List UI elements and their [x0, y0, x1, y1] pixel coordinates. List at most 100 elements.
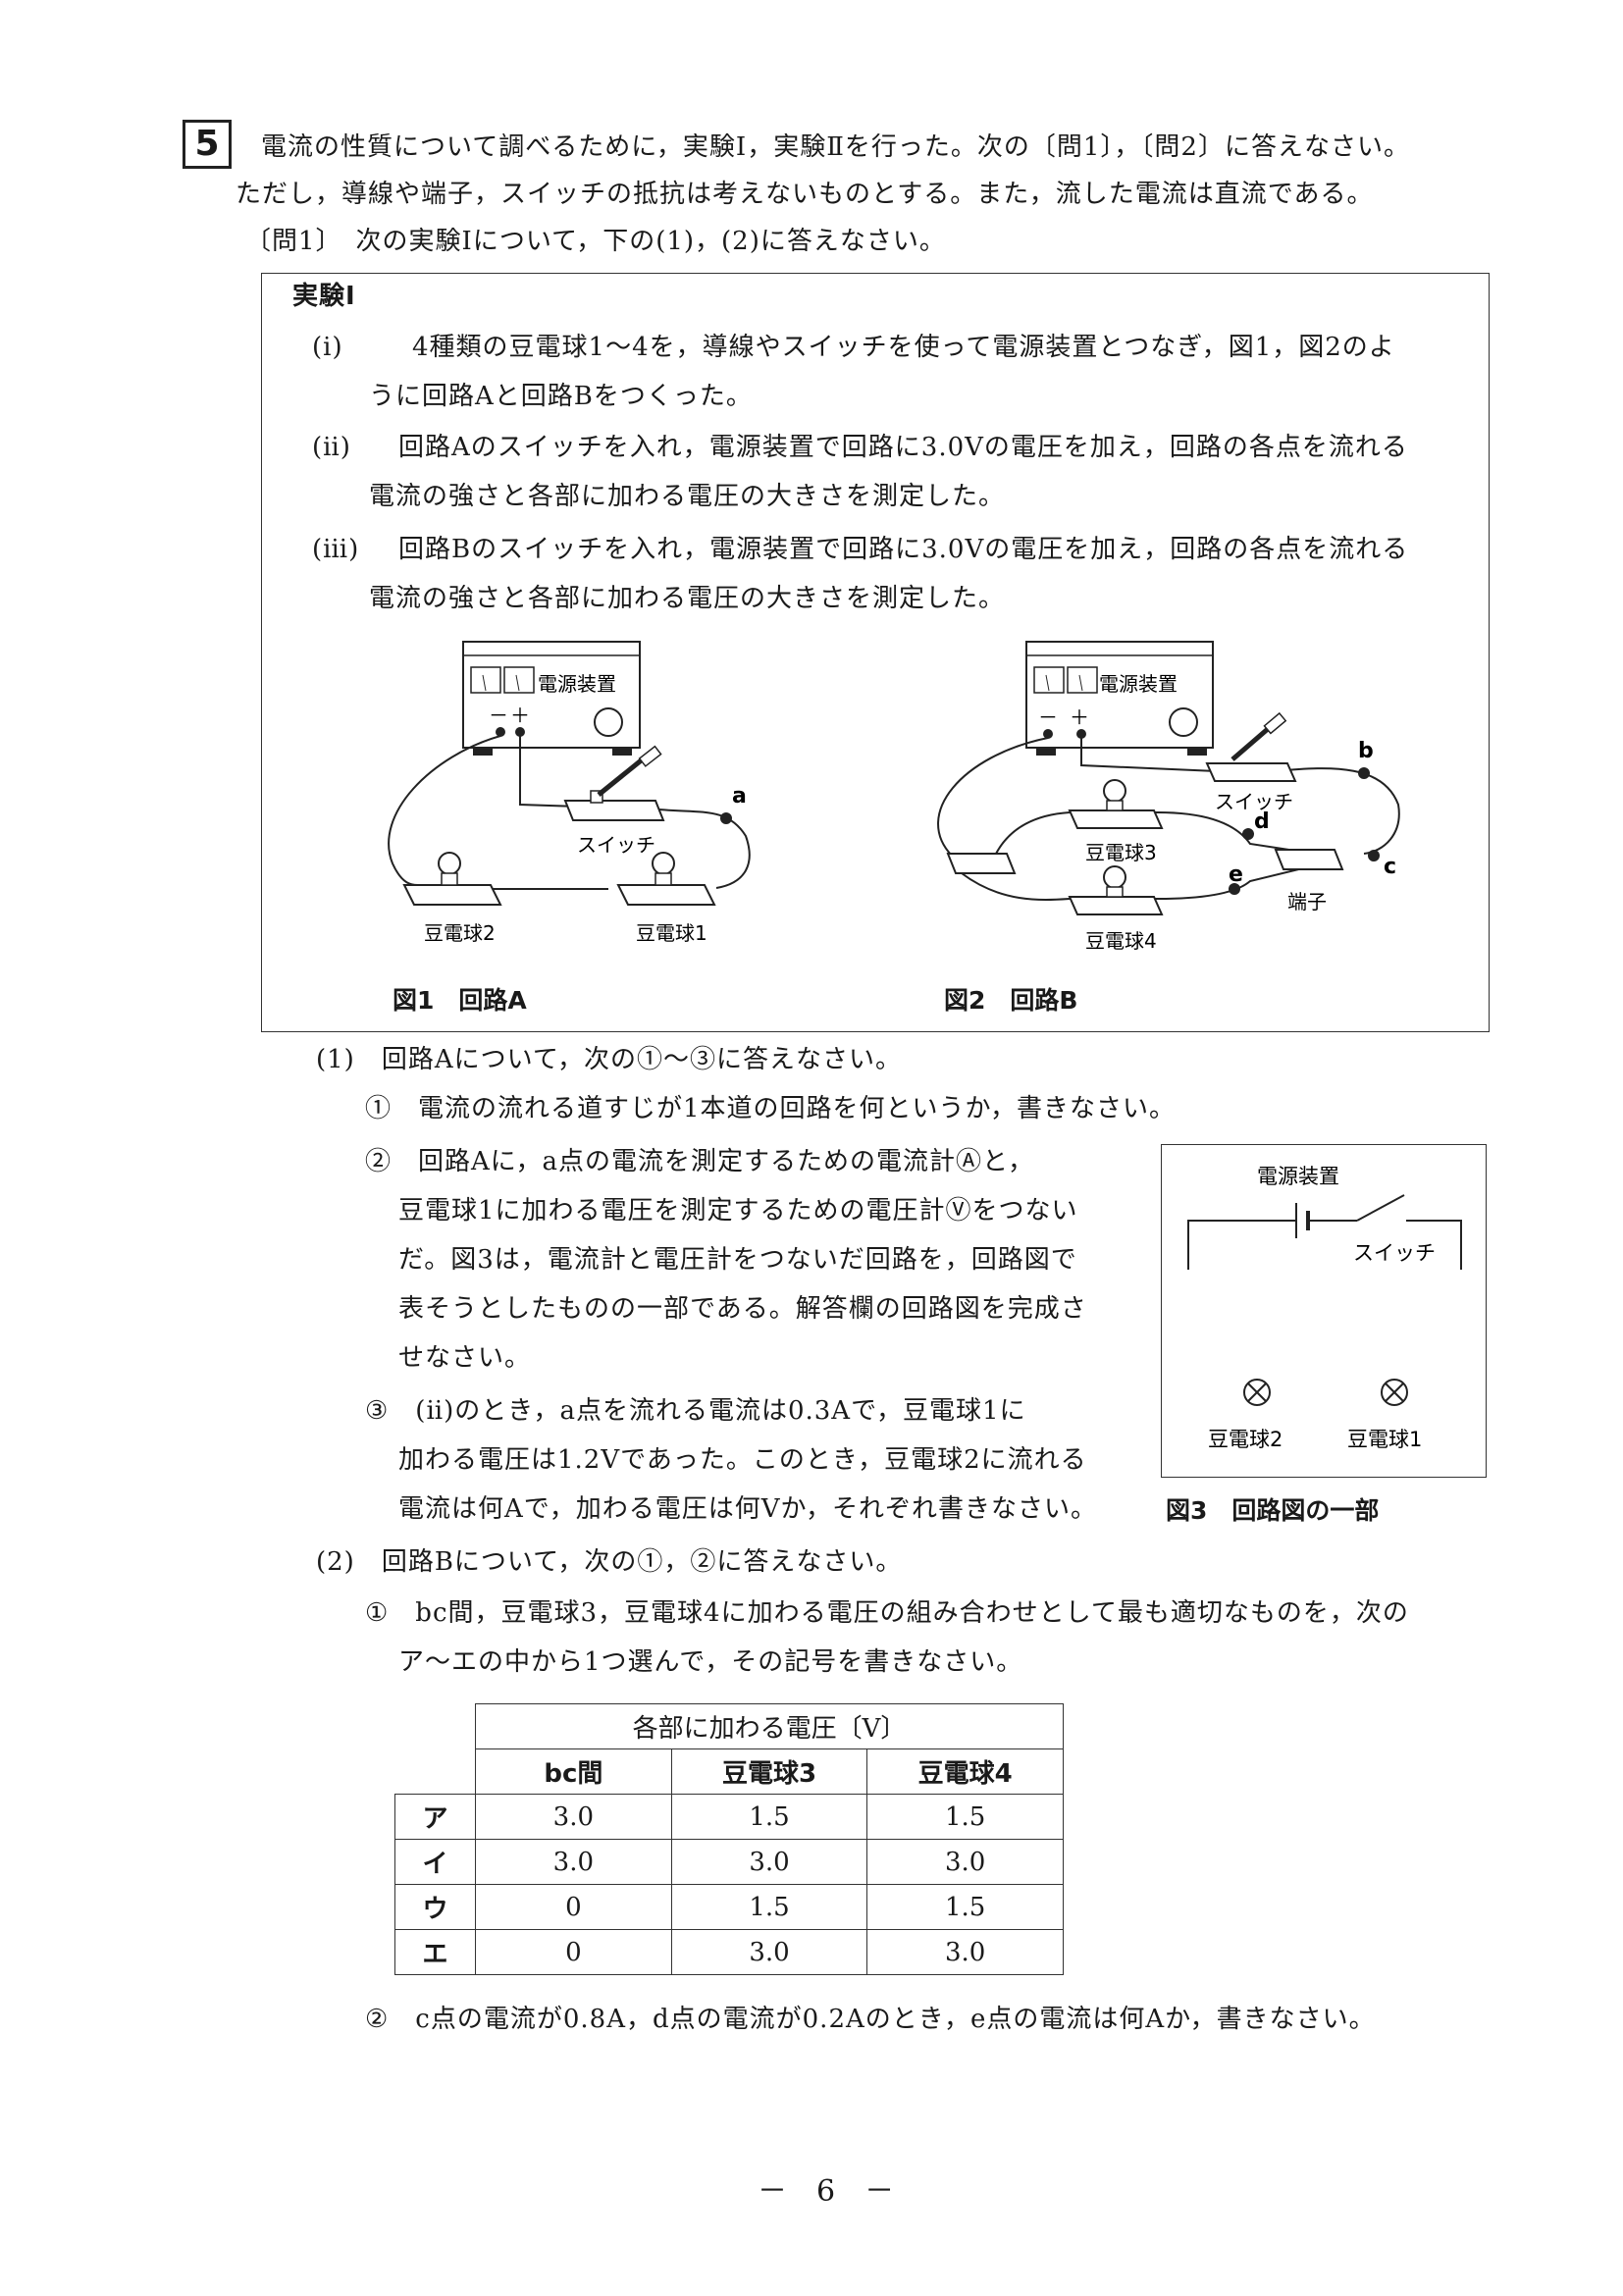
point-d-marker — [1242, 828, 1254, 840]
point-a-label: a — [732, 784, 747, 809]
part1-q2-line-2: 豆電球1に加わる電圧を測定するための電圧計Ⓥをつない — [398, 1196, 1078, 1226]
part1-q2-line-4: 表そうとしたものの一部である。解答欄の回路図を完成さ — [398, 1294, 1087, 1324]
part2-q1-line-1: ① bc間，豆電球3，豆電球4に加わる電圧の組み合わせとして最も適切なものを，次… — [365, 1598, 1409, 1628]
part2-heading: (2) 回路Bについて，次の①，②に答えなさい。 — [316, 1547, 903, 1577]
table-cell: 3.0 — [866, 1839, 1064, 1885]
fig2-minus: － — [1038, 705, 1058, 729]
fig2-plus: ＋ — [1070, 705, 1089, 729]
step-2-label: (ⅱ) — [312, 433, 351, 462]
point-e-label: e — [1229, 862, 1243, 887]
column-header: bc間 — [475, 1748, 672, 1795]
fig3-power-label: 電源装置 — [1257, 1165, 1339, 1188]
step-2-line-2: 電流の強さと各部に加わる電圧の大きさを測定した。 — [369, 482, 1006, 511]
table-cell: 1.5 — [670, 1884, 868, 1930]
row-label: イ — [393, 1839, 477, 1885]
fig2-terminal-label: 端子 — [1287, 890, 1327, 913]
table-cell: 1.5 — [670, 1794, 868, 1840]
switch-symbol-icon — [1356, 1194, 1405, 1222]
figure-1-circuit-a: 電源装置 － ＋ a スイッチ 豆電球2 豆電球1 — [388, 641, 751, 945]
step-1-line-2: うに回路Aと回路Bをつくった。 — [369, 382, 753, 411]
row-label: ア — [393, 1794, 477, 1840]
figure-3-circuit-diagram: 電源装置 スイッチ 豆電球2 豆電球1 — [1187, 1165, 1462, 1451]
bulb-2-symbol-icon — [1243, 1379, 1271, 1406]
step-1-label: (ⅰ) — [312, 333, 343, 362]
table-cell: 3.0 — [670, 1839, 868, 1885]
step-1-line-1: 4種類の豆電球1～4を，導線やスイッチを使って電源装置とつなぎ，図1，図2のよ — [412, 333, 1395, 362]
fig1-minus: － — [489, 704, 508, 727]
fig2-bulb3-label: 豆電球3 — [1085, 841, 1157, 864]
point-c-label: c — [1384, 855, 1396, 879]
part1-q2-line-1: ② 回路Aに，a点の電流を測定するための電流計Ⓐと， — [365, 1147, 1034, 1176]
point-b-label: b — [1358, 739, 1374, 763]
question-number: 5 — [183, 120, 232, 169]
part1-q3-line-3: 電流は何Aで，加わる電圧は何Vか，それぞれ書きなさい。 — [398, 1494, 1097, 1524]
table-cell: 3.0 — [475, 1794, 672, 1840]
fig2-wire-minus — [937, 737, 1049, 857]
table-cell: 1.5 — [866, 1884, 1064, 1930]
part1-q3-line-2: 加わる電圧は1.2Vであった。このとき，豆電球2に流れる — [398, 1445, 1087, 1475]
fig2-power-label: 電源装置 — [1099, 672, 1178, 696]
point-d-label: d — [1254, 809, 1270, 834]
table-row: ウ 0 1.5 1.5 — [393, 1884, 1064, 1930]
step-3-label: (ⅲ) — [312, 535, 360, 564]
table-row: ア 3.0 1.5 1.5 — [393, 1794, 1064, 1840]
step-3-line-2: 電流の強さと各部に加わる電圧の大きさを測定した。 — [369, 584, 1006, 613]
table-row: エ 0 3.0 3.0 — [393, 1929, 1064, 1975]
fig2-bulb4-label: 豆電球4 — [1085, 929, 1157, 953]
table-cell: 0 — [475, 1929, 672, 1975]
fig3-bulb2-label: 豆電球2 — [1208, 1428, 1283, 1451]
point-b-marker — [1358, 767, 1370, 779]
point-c-marker — [1368, 850, 1380, 861]
part2-q2: ② c点の電流が0.8A，d点の電流が0.2Aのとき，e点の電流は何Aか，書きな… — [365, 2005, 1376, 2034]
bulb-3-icon — [1068, 779, 1164, 829]
page-number: － 6 － — [758, 2174, 895, 2209]
part1-q1: ① 電流の流れる道すじが1本道の回路を何というか，書きなさい。 — [365, 1094, 1176, 1123]
terminal-icon — [1274, 849, 1344, 870]
figure-2-caption: 図2 回路B — [944, 986, 1078, 1015]
fig3-wire-left — [1187, 1220, 1296, 1270]
fig1-switch-label: スイッチ — [577, 833, 655, 857]
bulb-1-symbol-icon — [1381, 1379, 1408, 1406]
table-cell: 3.0 — [866, 1929, 1064, 1975]
fig1-power-label: 電源装置 — [538, 672, 616, 696]
table-header-row: bc間 豆電球3 豆電球4 — [394, 1748, 1064, 1795]
column-header: 豆電球3 — [670, 1748, 868, 1795]
intro-line-2: ただし，導線や端子，スイッチの抵抗は考えないものとする。また，流した電流は直流で… — [236, 180, 1374, 209]
fig1-bulb1-label: 豆電球1 — [636, 921, 707, 945]
experiment-title: 実験Ⅰ — [292, 282, 356, 311]
table-row: イ 3.0 3.0 3.0 — [393, 1839, 1064, 1885]
part1-q2-line-5: せなさい。 — [398, 1343, 532, 1373]
table-cell: 3.0 — [475, 1839, 672, 1885]
fig3-bulb1-label: 豆電球1 — [1347, 1428, 1422, 1451]
table-cell: 3.0 — [670, 1929, 868, 1975]
step-2-line-1: 回路Aのスイッチを入れ，電源装置で回路に3.0Vの電圧を加え，回路の各点を流れる — [398, 433, 1408, 462]
fig1-bulb2-label: 豆電球2 — [424, 921, 496, 945]
left-terminal-icon — [946, 853, 1017, 874]
intro-line-1: 電流の性質について調べるために，実験Ⅰ，実験Ⅱを行った。次の〔問1〕，〔問2〕に… — [261, 132, 1410, 162]
step-3-line-1: 回路Bのスイッチを入れ，電源装置で回路に3.0Vの電圧を加え，回路の各点を流れる — [398, 535, 1409, 564]
part1-q3-line-1: ③ (ⅱ)のとき，a点を流れる電流は0.3Aで，豆電球1に — [365, 1396, 1026, 1426]
power-supply-icon — [1025, 641, 1214, 756]
column-header: 豆電球4 — [866, 1748, 1064, 1795]
figure-3-caption: 図3 回路図の一部 — [1166, 1496, 1380, 1525]
q1-heading: 〔問1〕 次の実験Ⅰについて，下の(1)，(2)に答えなさい。 — [245, 227, 946, 256]
figure-2-circuit-b: 電源装置 － ＋ b スイッチ 豆電球3 d c 端子 豆電球4 e — [937, 641, 1400, 953]
fig2-wire-lower — [961, 864, 1316, 901]
bulb-4-icon — [1068, 865, 1164, 915]
table-title: 各部に加わる電圧〔V〕 — [475, 1703, 1064, 1749]
part1-q2-line-3: だ。図3は，電流計と電圧計をつないだ回路を，回路図で — [398, 1245, 1077, 1275]
bulb-1-icon — [616, 852, 716, 906]
figure-1-caption: 図1 回路A — [393, 986, 527, 1015]
voltage-table: 各部に加わる電圧〔V〕 bc間 豆電球3 豆電球4 ア 3.0 1.5 1.5 … — [393, 1703, 1064, 1975]
row-label: ウ — [393, 1884, 477, 1930]
bulb-2-icon — [402, 852, 502, 906]
switch-icon — [563, 745, 665, 821]
table-title-row: 各部に加わる電圧〔V〕 — [395, 1703, 1064, 1749]
point-a-marker — [720, 812, 732, 824]
fig1-plus: ＋ — [510, 704, 530, 727]
table-cell: 1.5 — [866, 1794, 1064, 1840]
part2-q1-line-2: ア～エの中から1つ選んで，その記号を書きなさい。 — [398, 1647, 1023, 1677]
table-cell: 0 — [475, 1884, 672, 1930]
switch-icon — [1205, 711, 1297, 782]
part1-heading: (1) 回路Aについて，次の①～③に答えなさい。 — [316, 1045, 903, 1074]
